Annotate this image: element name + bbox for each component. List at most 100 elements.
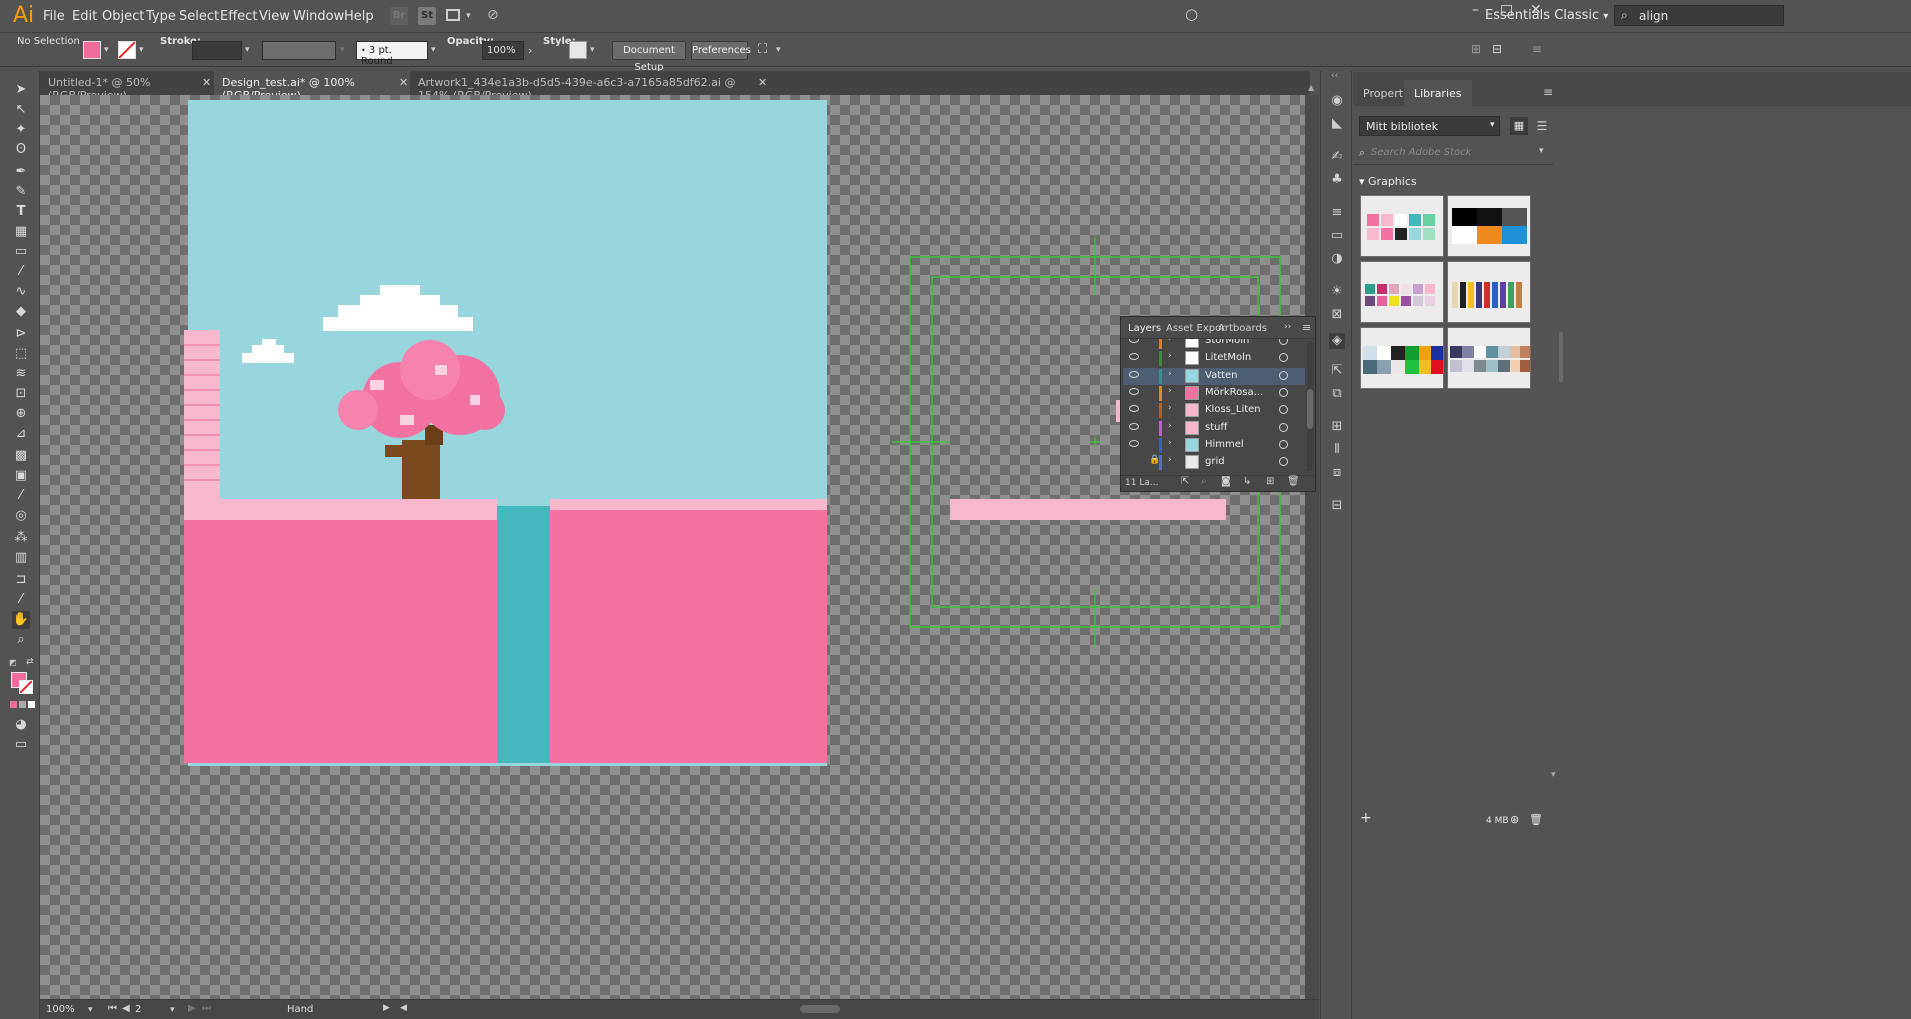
panel-scroll-thumb[interactable] bbox=[1559, 332, 1563, 382]
stroke-panel-icon[interactable]: ≡ bbox=[1329, 205, 1345, 221]
align-icon[interactable]: ⊞ bbox=[1471, 42, 1481, 56]
expand-arrow-icon[interactable]: › bbox=[1168, 438, 1172, 448]
symbols-icon[interactable]: ♣ bbox=[1329, 172, 1345, 188]
graphic-tile[interactable] bbox=[1447, 327, 1531, 389]
minimize-icon[interactable]: – bbox=[1472, 2, 1479, 18]
stock-images-icon[interactable]: ◉ bbox=[1329, 93, 1345, 109]
chevron-down-icon[interactable]: ▾ bbox=[245, 45, 250, 55]
symbol-sprayer-icon[interactable]: ⁂ bbox=[12, 529, 30, 547]
expand-arrow-icon[interactable]: › bbox=[1168, 421, 1172, 431]
graphic-style-swatch[interactable] bbox=[569, 41, 587, 59]
brushes-icon[interactable]: ✍ bbox=[1329, 149, 1345, 165]
grid-view-icon[interactable]: ▦ bbox=[1510, 117, 1528, 135]
align-panel-icon[interactable]: ⫴ bbox=[1329, 442, 1345, 458]
list-view-icon[interactable]: ☰ bbox=[1533, 117, 1551, 135]
graphic-tile[interactable] bbox=[1360, 327, 1444, 389]
chevron-down-icon[interactable]: ▾ bbox=[1539, 146, 1544, 156]
expand-arrow-icon[interactable]: › bbox=[1168, 369, 1172, 379]
warp-tool-icon[interactable]: ≋ bbox=[12, 365, 30, 383]
document-setup-button[interactable]: Document Setup bbox=[612, 41, 686, 73]
visibility-eye-icon[interactable] bbox=[1129, 370, 1139, 378]
scale-tool-icon[interactable]: ⬚ bbox=[12, 345, 30, 363]
expand-arrow-icon[interactable]: › bbox=[1168, 403, 1172, 413]
perspective-grid-icon[interactable]: ⊿ bbox=[12, 425, 30, 443]
close-icon[interactable]: ✕ bbox=[1530, 2, 1542, 18]
mesh-tool-icon[interactable]: ▩ bbox=[12, 447, 30, 465]
new-sublayer-icon[interactable]: ↳ bbox=[1243, 476, 1251, 487]
library-selector[interactable]: Mitt bibliotek ▾ bbox=[1359, 116, 1500, 136]
rectangle-tool-icon[interactable]: ▭ bbox=[12, 243, 30, 261]
tab-libraries[interactable]: Libraries bbox=[1404, 80, 1472, 106]
panel-menu-icon[interactable]: ≡ bbox=[1532, 42, 1542, 56]
chevron-down-icon[interactable]: ▾ bbox=[88, 1005, 93, 1015]
target-circle-icon[interactable] bbox=[1279, 439, 1288, 449]
gradient-mode-icon[interactable] bbox=[19, 701, 26, 708]
visibility-eye-icon[interactable] bbox=[1129, 439, 1139, 447]
selection-tool-icon[interactable]: ➤ bbox=[12, 81, 30, 99]
lasso-icon[interactable]: ʘ bbox=[12, 141, 30, 159]
target-circle-icon[interactable] bbox=[1279, 422, 1288, 432]
target-circle-icon[interactable] bbox=[1279, 353, 1288, 363]
hand-tool-icon[interactable]: ✋ bbox=[12, 611, 30, 629]
graphic-tile[interactable] bbox=[1447, 261, 1531, 323]
status-menu-icon[interactable]: ▶ bbox=[383, 1003, 390, 1013]
menu-view[interactable]: View bbox=[259, 9, 290, 24]
zoom-tool-icon[interactable]: ⌕ bbox=[12, 631, 30, 649]
gradient-tool-icon[interactable]: ▣ bbox=[12, 467, 30, 485]
tab-design-test[interactable]: Design_test.ai* @ 100% (RGB/Preview) bbox=[214, 71, 410, 102]
layer-row[interactable]: 🔒 › grid bbox=[1123, 454, 1305, 471]
visibility-eye-icon[interactable] bbox=[1129, 339, 1139, 343]
scroll-down-icon[interactable]: ▾ bbox=[1551, 770, 1556, 780]
graphic-tile[interactable] bbox=[1360, 195, 1444, 257]
artboards-icon[interactable]: ⧉ bbox=[1329, 386, 1345, 402]
drawing-mode-icon[interactable]: ◕ bbox=[12, 716, 30, 734]
stroke-swatch[interactable] bbox=[118, 41, 136, 59]
layers-scrollbar[interactable] bbox=[1307, 343, 1313, 471]
tab-artboards[interactable]: Artboards bbox=[1218, 323, 1267, 334]
close-tab-icon[interactable]: ✕ bbox=[758, 76, 767, 89]
arrange-icon[interactable]: ⛶ bbox=[758, 42, 767, 57]
menu-help[interactable]: Help bbox=[344, 9, 374, 24]
layer-name[interactable]: Vatten bbox=[1205, 370, 1238, 381]
layer-row[interactable]: › Himmel bbox=[1123, 437, 1305, 454]
next-artboard-icon[interactable]: ▶ bbox=[188, 1003, 196, 1014]
new-layer-icon[interactable]: ⊞ bbox=[1266, 476, 1274, 487]
menu-file[interactable]: File bbox=[43, 9, 65, 24]
zoom-level[interactable]: 100% bbox=[46, 1004, 75, 1015]
panel-menu-icon[interactable]: ≡ bbox=[1302, 321, 1311, 334]
stroke-weight-field[interactable] bbox=[192, 41, 242, 60]
libraries-icon[interactable]: ⊟ bbox=[1329, 498, 1345, 514]
paintbrush-icon[interactable]: ⁄ bbox=[12, 263, 30, 281]
menu-effect[interactable]: Effect bbox=[220, 9, 257, 24]
target-circle-icon[interactable] bbox=[1279, 387, 1288, 397]
chevron-down-icon[interactable]: ▾ bbox=[776, 45, 781, 55]
shaper-tool-icon[interactable]: ∿ bbox=[12, 283, 30, 301]
graphic-styles-icon[interactable]: ⊠ bbox=[1329, 307, 1345, 323]
scroll-up-icon[interactable]: ▲ bbox=[1308, 83, 1314, 92]
panel-menu-icon[interactable]: ≡ bbox=[1543, 85, 1553, 99]
bridge-icon[interactable]: Br bbox=[390, 7, 408, 25]
chevron-down-icon[interactable]: ▾ bbox=[170, 1005, 175, 1015]
direct-selection-tool-icon[interactable]: ↖ bbox=[12, 101, 30, 119]
expand-arrow-icon[interactable]: › bbox=[1168, 339, 1172, 344]
none-mode-icon[interactable] bbox=[28, 701, 35, 708]
collapse-icon[interactable]: ‹‹ bbox=[1331, 71, 1338, 81]
expand-arrow-icon[interactable]: › bbox=[1168, 455, 1172, 465]
graphic-tile[interactable] bbox=[1447, 195, 1531, 257]
export-selection-icon[interactable]: ⇱ bbox=[1181, 476, 1189, 487]
maximize-icon[interactable]: □ bbox=[1500, 2, 1513, 18]
expand-icon[interactable]: ›› bbox=[1284, 322, 1291, 332]
chevron-right-icon[interactable]: › bbox=[528, 44, 532, 57]
prev-artboard-icon[interactable]: ◀ bbox=[122, 1003, 130, 1014]
visibility-eye-icon[interactable] bbox=[1129, 405, 1139, 413]
arrange-documents-icon[interactable] bbox=[446, 9, 460, 21]
menu-select[interactable]: Select bbox=[179, 9, 219, 24]
stock-icon[interactable]: St bbox=[418, 7, 436, 25]
close-tab-icon[interactable]: ✕ bbox=[399, 76, 408, 89]
vertical-scrollbar[interactable]: ▲ bbox=[1305, 83, 1319, 999]
tab-layers[interactable]: Layers bbox=[1128, 323, 1161, 334]
chevron-down-icon[interactable]: ▾ bbox=[431, 45, 436, 55]
target-circle-icon[interactable] bbox=[1279, 457, 1288, 467]
layer-name[interactable]: Himmel bbox=[1205, 439, 1244, 450]
search-input[interactable]: ⌕ align bbox=[1614, 5, 1784, 26]
